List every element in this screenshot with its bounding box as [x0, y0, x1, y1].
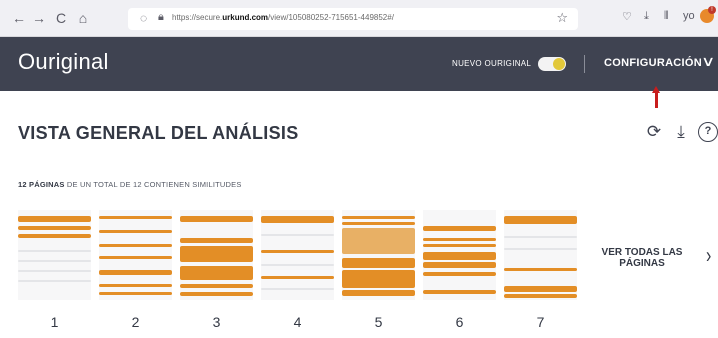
text-line: [18, 250, 91, 252]
lock-icon[interactable]: 🔒︎: [158, 11, 164, 24]
similarity-highlight: [180, 238, 253, 243]
similarity-highlight: [99, 230, 172, 233]
configuracion-menu[interactable]: CONFIGURACIÓN: [604, 57, 702, 69]
pocket-icon[interactable]: ♡: [622, 10, 632, 23]
download-icon[interactable]: ⤓: [671, 122, 691, 142]
page-thumbnail-3[interactable]: [180, 210, 253, 300]
profile-icon[interactable]: yo: [683, 10, 695, 22]
header-divider: [584, 55, 585, 73]
page-number: 5: [374, 314, 383, 330]
page-number: 7: [536, 314, 545, 330]
text-line: [18, 280, 91, 282]
page-thumbnail-1[interactable]: [18, 210, 91, 300]
similarity-summary: 12 PÁGINAS DE UN TOTAL DE 12 CONTIENEN S…: [18, 180, 242, 189]
bookmark-star-icon[interactable]: ☆: [556, 10, 568, 26]
similarity-highlight: [342, 228, 415, 254]
address-bar[interactable]: ◌ 🔒︎ https://secure.urkund.com/view/1050…: [128, 8, 578, 30]
page-thumbnail-4[interactable]: [261, 210, 334, 300]
similarity-highlight: [99, 292, 172, 295]
text-line: [261, 234, 334, 236]
text-line: [504, 248, 577, 250]
similarity-highlight: [423, 262, 496, 268]
app-header: Ouriginal NUEVO OURIGINAL CONFIGURACIÓN …: [0, 37, 718, 91]
url-text[interactable]: https://secure.urkund.com/view/105080252…: [172, 13, 394, 22]
nuevo-ouriginal-toggle[interactable]: [538, 57, 566, 71]
similarity-highlight: [342, 222, 415, 225]
similarity-highlight: [342, 290, 415, 296]
similarity-highlight: [261, 250, 334, 253]
similarity-highlight: [342, 216, 415, 219]
library-icon[interactable]: ⫴: [664, 10, 669, 23]
similarity-highlight: [342, 258, 415, 268]
help-icon[interactable]: ?: [698, 122, 718, 142]
similarity-highlight: [423, 290, 496, 294]
page-thumbnail-5[interactable]: [342, 210, 415, 300]
ver-todas-paginas-link[interactable]: VER TODAS LAS PÁGINAS: [596, 247, 688, 269]
annotation-arrow: [652, 86, 660, 108]
similarity-highlight: [180, 216, 253, 222]
similarity-highlight: [99, 244, 172, 247]
similarity-highlight: [261, 276, 334, 279]
browser-toolbar: ← → C ⌂ ◌ 🔒︎ https://secure.urkund.com/v…: [0, 0, 718, 37]
chevron-down-icon[interactable]: ∨: [701, 53, 715, 70]
page-thumbnail-7[interactable]: [504, 210, 577, 300]
similarity-highlight: [18, 216, 91, 222]
similarity-highlight: [504, 294, 577, 298]
text-line: [261, 264, 334, 266]
similarity-highlight: [504, 286, 577, 292]
annotation-arrow-shaft: [655, 91, 658, 108]
toggle-knob: [553, 58, 565, 70]
page-number: 2: [131, 314, 140, 330]
similarity-highlight: [423, 272, 496, 276]
downloads-icon[interactable]: ⤓: [644, 10, 649, 23]
text-line: [18, 260, 91, 262]
extension-icon[interactable]: !: [700, 6, 716, 23]
chevron-right-icon[interactable]: ›: [706, 244, 711, 269]
similarity-highlight: [18, 234, 91, 238]
similarity-highlight: [180, 246, 253, 262]
refresh-icon[interactable]: ⟳: [644, 122, 664, 142]
similarity-highlight: [423, 252, 496, 260]
similarity-highlight: [504, 268, 577, 271]
nuevo-ouriginal-label: NUEVO OURIGINAL: [452, 59, 532, 68]
similarity-highlight: [342, 270, 415, 288]
similarity-highlight: [99, 256, 172, 259]
text-line: [504, 236, 577, 238]
similarity-highlight: [423, 226, 496, 231]
page-number: 3: [212, 314, 221, 330]
page-title: VISTA GENERAL DEL ANÁLISIS: [18, 123, 299, 143]
ouriginal-logo[interactable]: Ouriginal: [18, 49, 109, 75]
page-thumbnail-2[interactable]: [99, 210, 172, 300]
similarity-highlight: [504, 216, 577, 224]
similarity-highlight: [180, 284, 253, 288]
similarity-highlight: [423, 238, 496, 241]
similarity-highlight: [180, 292, 253, 296]
text-line: [18, 270, 91, 272]
similarity-highlight: [18, 226, 91, 230]
reload-icon[interactable]: C: [52, 9, 70, 27]
home-icon[interactable]: ⌂: [74, 9, 92, 27]
back-icon[interactable]: ←: [10, 9, 28, 27]
page-number: 6: [455, 314, 464, 330]
page-thumbnail-6[interactable]: [423, 210, 496, 300]
similarity-highlight: [180, 266, 253, 280]
similarity-highlight: [99, 270, 172, 275]
similarity-highlight: [423, 244, 496, 247]
similarity-highlight: [261, 216, 334, 223]
shield-icon[interactable]: ◌: [140, 11, 147, 25]
text-line: [261, 288, 334, 290]
similarity-highlight: [99, 284, 172, 287]
similarity-highlight: [99, 216, 172, 219]
page-number: 4: [293, 314, 302, 330]
extension-badge: !: [708, 6, 716, 14]
page-number: 1: [50, 314, 59, 330]
forward-icon[interactable]: →: [30, 9, 48, 27]
